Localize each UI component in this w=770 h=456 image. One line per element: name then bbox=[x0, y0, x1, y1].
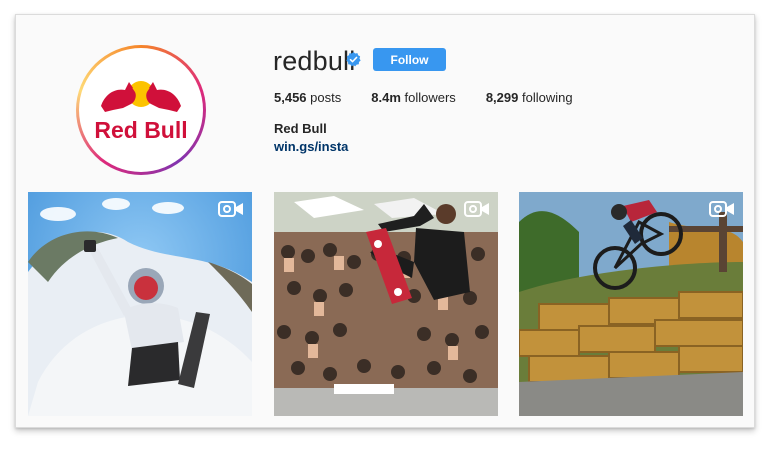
following-label: following bbox=[521, 90, 573, 105]
website-link[interactable]: win.gs/insta bbox=[274, 139, 348, 154]
posts-label: posts bbox=[310, 90, 342, 105]
logo-text: Red Bull bbox=[94, 117, 187, 143]
snowboarder-image bbox=[28, 192, 252, 416]
profile-stats: 5,456 posts 8.4m followers 8,299 followi… bbox=[274, 90, 603, 105]
video-camera-icon bbox=[464, 201, 489, 217]
video-camera-icon bbox=[709, 201, 734, 217]
posts-count: 5,456 posts bbox=[274, 90, 341, 105]
full-name: Red Bull bbox=[274, 121, 327, 136]
video-camera-icon bbox=[218, 201, 243, 217]
red-bull-logo: Red Bull bbox=[94, 81, 188, 143]
following-count[interactable]: 8,299 following bbox=[486, 90, 573, 105]
following-value: 8,299 bbox=[485, 90, 519, 105]
follow-button[interactable]: Follow bbox=[373, 48, 446, 71]
profile-card: Red Bull redbull Follow 5,456 posts 8.4m… bbox=[15, 14, 755, 428]
followers-count[interactable]: 8.4m followers bbox=[371, 90, 456, 105]
bmx-rider-image bbox=[519, 192, 743, 416]
post-thumbnail-2[interactable] bbox=[274, 192, 498, 416]
followers-value: 8.4m bbox=[371, 90, 401, 105]
followers-label: followers bbox=[404, 90, 456, 105]
story-ring[interactable]: Red Bull bbox=[76, 45, 206, 175]
post-thumbnail-1[interactable] bbox=[28, 192, 252, 416]
post-thumbnail-3[interactable] bbox=[519, 192, 743, 416]
posts-value: 5,456 bbox=[274, 90, 307, 105]
avatar[interactable]: Red Bull bbox=[79, 48, 203, 172]
skateboarder-image bbox=[274, 192, 498, 416]
username: redbull bbox=[273, 46, 356, 76]
verified-badge-icon bbox=[346, 52, 361, 67]
